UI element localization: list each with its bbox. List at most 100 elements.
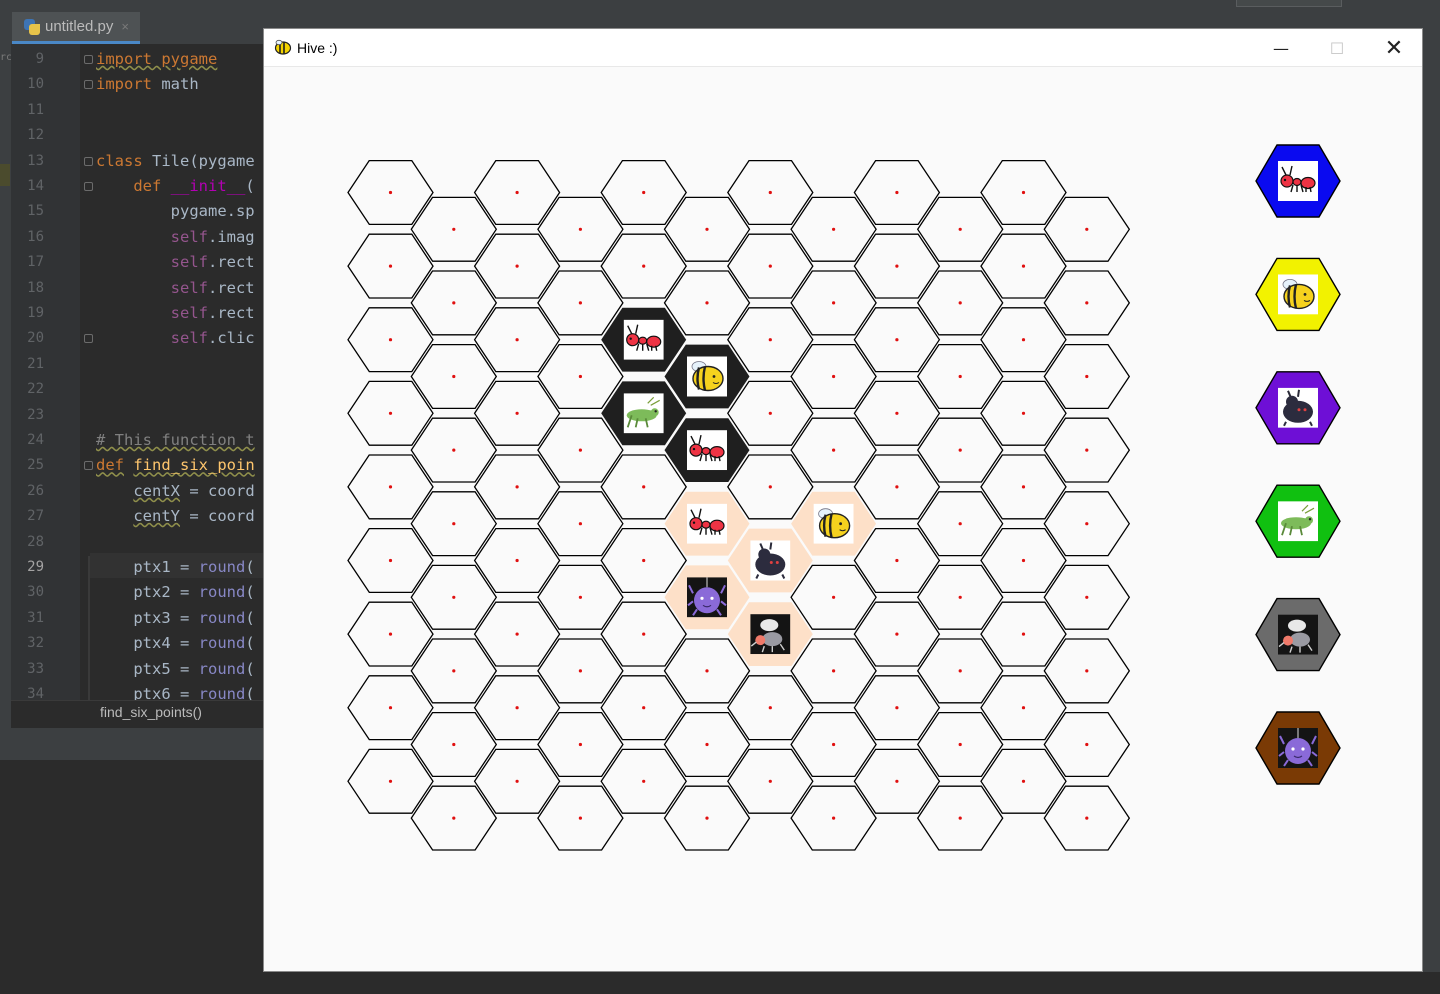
line-number: 13 (27, 152, 44, 169)
line-number: 32 (27, 635, 44, 652)
hex-center-dot (452, 816, 456, 820)
code-line: self.clic (170, 329, 255, 348)
code-line: centY = coord (133, 507, 255, 526)
line-number: 19 (27, 305, 44, 321)
hex-center-dot (768, 779, 772, 783)
hex-center-dot (958, 227, 962, 231)
fold-marker-icon[interactable] (84, 182, 93, 191)
hex-center-dot (642, 190, 646, 195)
window-title: Hive :) (297, 40, 338, 56)
fold-marker-icon[interactable] (84, 55, 93, 64)
grasshopper-icon (1278, 501, 1318, 542)
board-piece-ant-icon[interactable] (687, 430, 727, 471)
line-number: 11 (27, 101, 44, 118)
hex-center-dot (958, 374, 962, 379)
board-piece-beetle-icon[interactable] (750, 540, 791, 581)
hex-center-dot (578, 227, 582, 231)
fold-marker-icon[interactable] (84, 334, 93, 344)
board-piece-mosquito-icon[interactable] (750, 614, 791, 655)
line-number: 33 (27, 660, 44, 677)
line-number: 24 (27, 432, 44, 448)
code-line: self.rect (170, 278, 255, 297)
ide-bottom-panel-header (0, 728, 263, 761)
hex-center-dot (1085, 522, 1089, 526)
hex-center-dot (642, 706, 646, 710)
hex-center-dot (388, 558, 393, 563)
hex-center-dot (515, 338, 519, 342)
hex-center-dot (768, 411, 772, 415)
hex-center-dot (1085, 595, 1089, 599)
fold-marker-icon[interactable] (84, 156, 93, 166)
hex-center-dot (1021, 485, 1026, 489)
tab-untitled-py[interactable]: untitled.py × (12, 12, 140, 44)
code-line: ptx2 = round( (96, 583, 255, 602)
hex-center-dot (1085, 448, 1089, 452)
hex-center-dot (832, 374, 836, 379)
hex-center-dot (705, 816, 709, 820)
hex-center-dot (388, 338, 393, 342)
fold-marker-icon[interactable] (84, 80, 93, 90)
board-piece-bee-icon[interactable] (687, 356, 727, 397)
hex-center-dot (1021, 411, 1026, 415)
hex-board[interactable] (264, 67, 1422, 971)
hex-center-dot (642, 485, 646, 489)
hex-center-dot (515, 485, 519, 489)
hex-center-dot (578, 742, 582, 747)
hex-center-dot (388, 411, 393, 415)
fold-marker-icon[interactable] (84, 461, 93, 471)
hex-center-dot (895, 411, 899, 415)
code-line: self.rect (170, 253, 255, 272)
project-tool-strip[interactable]: rc (0, 44, 12, 730)
hex-center-dot (958, 301, 962, 305)
hex-center-dot (705, 301, 709, 305)
breadcrumb[interactable]: find_six_points() (100, 704, 202, 720)
line-number: 12 (27, 127, 44, 144)
hex-center-dot (832, 448, 836, 452)
close-button[interactable]: ✕ (1366, 29, 1422, 67)
hex-center-dot (958, 742, 962, 747)
hex-center-dot (388, 706, 393, 710)
mosquito-icon (1278, 614, 1318, 655)
hex-center-dot (1021, 264, 1026, 268)
hex-center-dot (452, 595, 456, 599)
hex-center-dot (1021, 190, 1026, 195)
hex-center-dot (832, 742, 836, 747)
hex-center-dot (832, 816, 836, 820)
ant-icon (1278, 161, 1318, 201)
hex-center-dot (768, 190, 772, 195)
window-titlebar[interactable]: Hive :) — ☐ ✕ (264, 29, 1422, 67)
board-piece-ant-icon[interactable] (687, 503, 727, 544)
line-number: 16 (27, 228, 44, 245)
hex-center-dot (452, 522, 456, 526)
hex-center-dot (705, 742, 709, 747)
hex-center-dot (578, 448, 582, 452)
hex-center-dot (388, 485, 393, 489)
board-piece-grasshopper-icon[interactable] (623, 393, 664, 434)
maximize-button[interactable]: ☐ (1309, 29, 1365, 67)
board-piece-bee-icon[interactable] (813, 503, 854, 544)
tab-close-icon[interactable]: × (121, 19, 129, 34)
hex-center-dot (1085, 227, 1089, 231)
line-number: 27 (27, 508, 44, 525)
line-number: 22 (27, 381, 44, 398)
hex-center-dot (958, 522, 962, 526)
line-number: 21 (27, 355, 44, 372)
python-file-icon (24, 18, 40, 35)
hex-center-dot (452, 301, 456, 305)
bee-icon (1278, 274, 1318, 315)
hex-center-dot (388, 264, 393, 268)
board-piece-spider-icon[interactable] (687, 577, 727, 618)
code-line: centX = coord (133, 481, 255, 500)
hex-center-dot (452, 448, 456, 452)
hex-center-dot (452, 227, 456, 231)
game-canvas[interactable] (264, 67, 1422, 971)
hex-center-dot (515, 190, 519, 195)
beetle-icon (1278, 387, 1318, 428)
board-piece-ant-icon[interactable] (623, 319, 664, 360)
hex-center-dot (895, 190, 899, 195)
line-number: 18 (27, 279, 44, 296)
run-config-widget[interactable] (1236, 0, 1342, 7)
minimize-button[interactable]: — (1253, 29, 1309, 67)
hex-center-dot (515, 632, 519, 636)
line-number: 29 (27, 559, 44, 575)
